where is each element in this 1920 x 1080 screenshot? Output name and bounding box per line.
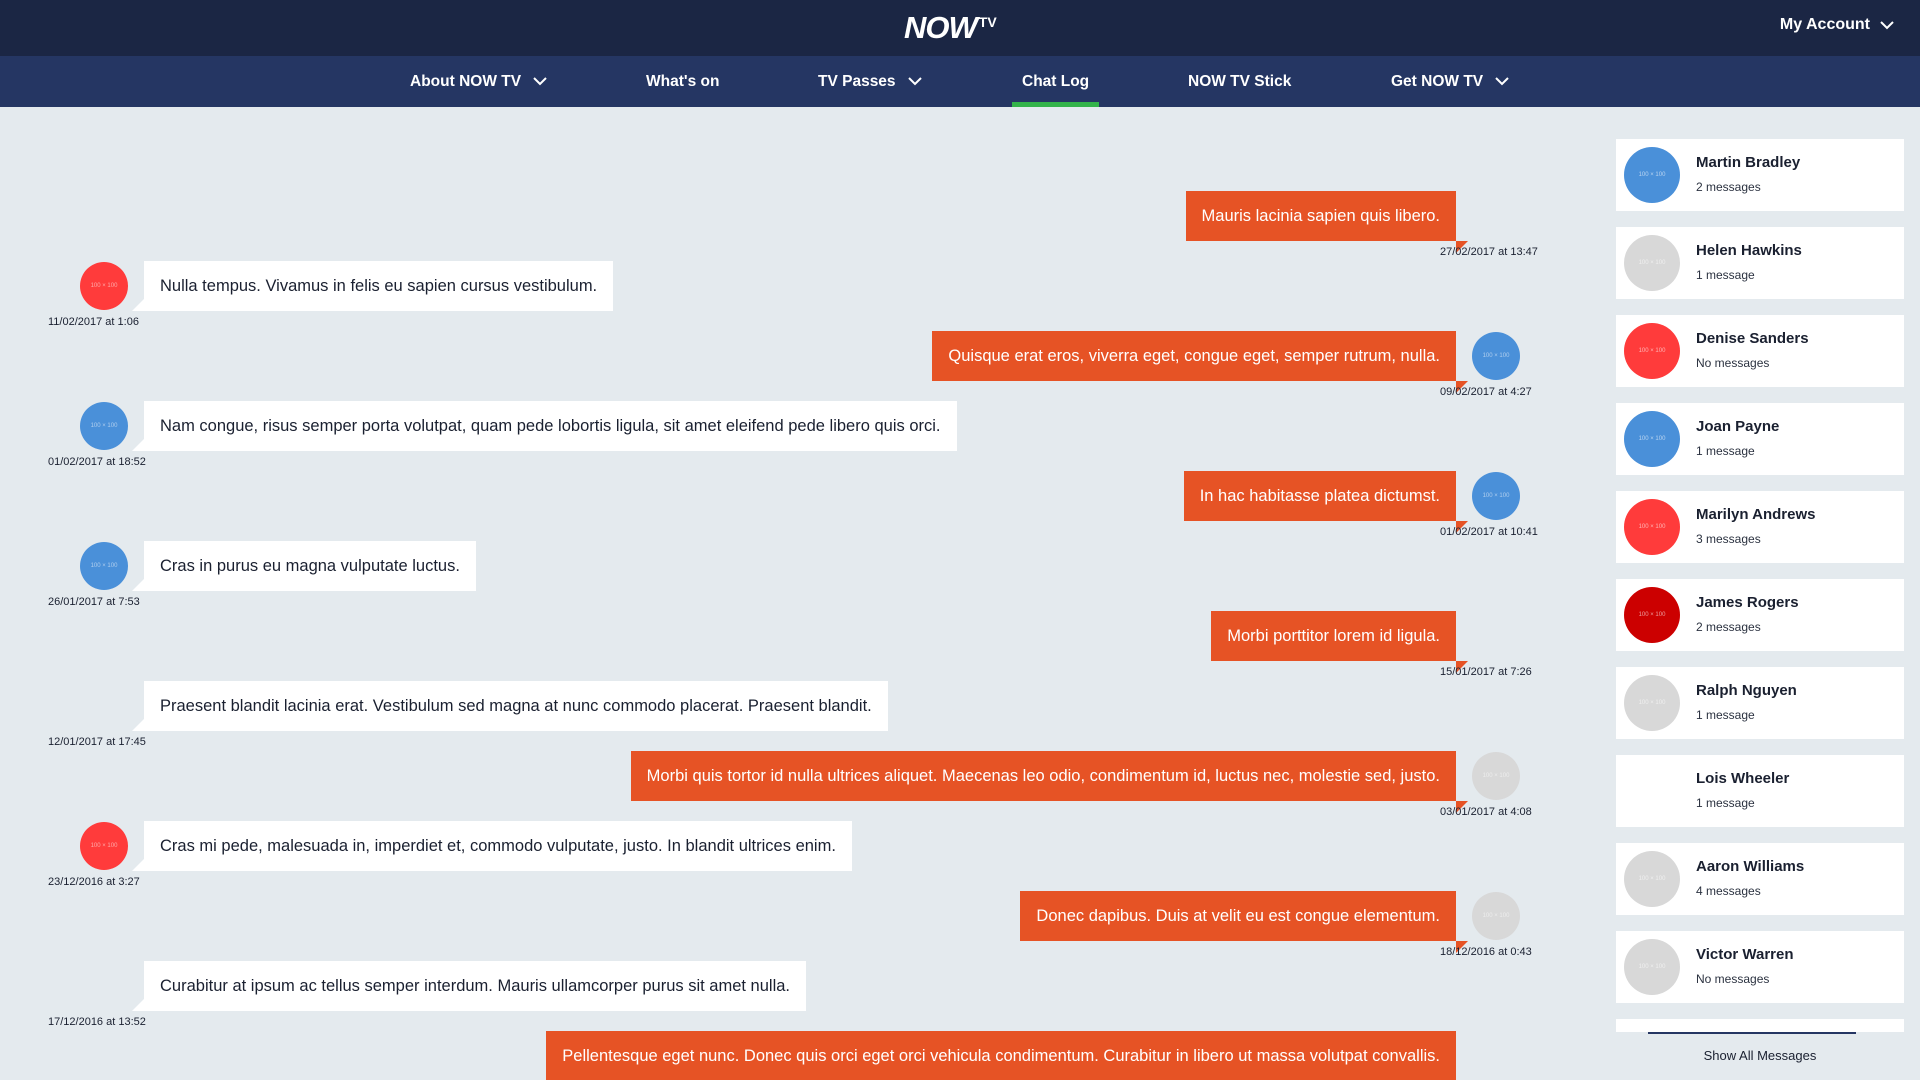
avatar: 100 × 100 (80, 822, 128, 870)
message-timestamp: 27/02/2017 at 13:47 (1440, 246, 1538, 258)
incoming-message: Nulla tempus. Vivamus in felis eu sapien… (131, 261, 614, 311)
contact-item[interactable]: 100 × 100 Denise Sanders No messages (1616, 315, 1904, 387)
message-count: 2 messages (1696, 180, 1761, 194)
contact-name: Aaron Williams (1696, 858, 1805, 875)
avatar: 100 × 100 (1624, 851, 1680, 907)
incoming-message: Praesent blandit lacinia erat. Vestibulu… (132, 681, 888, 731)
nav-label: Get NOW TV (1391, 72, 1484, 90)
show-all-messages-button[interactable]: Show All Messages (1600, 1032, 1920, 1080)
top-header: NOW TV My Account (0, 0, 1920, 56)
nav-now-tv-stick[interactable]: NOW TV Stick (1188, 56, 1291, 107)
incoming-message: Curabitur at ipsum ac tellus semper inte… (132, 961, 806, 1011)
message-timestamp: 03/01/2017 at 4:08 (1440, 806, 1532, 818)
message-timestamp: 23/12/2016 at 3:27 (48, 876, 140, 888)
my-account-label: My Account (1779, 16, 1870, 33)
contact-item[interactable]: 100 × 100 Marilyn Andrews 3 messages (1616, 491, 1904, 563)
avatar: 100 × 100 (1624, 323, 1680, 379)
outgoing-message: Morbi quis tortor id nulla ultrices aliq… (630, 751, 1469, 813)
avatar: 100 × 100 (1624, 587, 1680, 643)
avatar: 100 × 100 (80, 402, 128, 450)
contact-item[interactable]: 100 × 100 Ralph Nguyen 1 message (1616, 667, 1904, 739)
outgoing-message: In hac habitasse platea dictumst. (1183, 471, 1469, 533)
message-timestamp: 01/02/2017 at 18:52 (48, 456, 146, 468)
message-count: 3 messages (1696, 532, 1761, 546)
contact-item[interactable]: Lois Wheeler 1 message (1616, 755, 1904, 827)
message-count: No messages (1696, 356, 1770, 370)
message-count: 1 message (1696, 444, 1755, 458)
nav-label: What's on (646, 72, 720, 90)
contact-name: Denise Sanders (1696, 330, 1809, 347)
message-timestamp: 11/02/2017 at 1:06 (48, 316, 139, 328)
contact-item[interactable]: 100 × 100 Helen Hawkins 1 message (1616, 227, 1904, 299)
message-timestamp: 15/01/2017 at 7:26 (1440, 666, 1532, 678)
nav-label: TV Passes (818, 72, 896, 90)
message-timestamp: 26/01/2017 at 7:53 (48, 596, 140, 608)
message-timestamp: 18/12/2016 at 0:43 (1440, 946, 1532, 958)
contact-name: James Rogers (1696, 594, 1799, 611)
message-count: 1 message (1696, 796, 1755, 810)
incoming-message: Cras mi pede, malesuada in, imperdiet et… (132, 821, 852, 871)
outgoing-message: Pellentesque eget nunc. Donec quis orci … (546, 1031, 1456, 1080)
contact-item[interactable]: 100 × 100 Martin Bradley 2 messages (1616, 139, 1904, 211)
contact-name: Helen Hawkins (1696, 242, 1802, 259)
message-timestamp: 17/12/2016 at 13:52 (48, 1016, 146, 1028)
contact-name: Ralph Nguyen (1696, 682, 1797, 699)
incoming-message: Nam congue, risus semper porta volutpat,… (132, 401, 957, 451)
avatar: 100 × 100 (1624, 147, 1680, 203)
contact-item[interactable]: 100 × 100 Victor Warren No messages (1616, 931, 1904, 1003)
avatar: 100 × 100 (1624, 675, 1680, 731)
message-count: 1 message (1696, 268, 1755, 282)
avatar: 100 × 100 (1624, 235, 1680, 291)
nav-label: About NOW TV (410, 72, 522, 90)
logo-suffix: TV (978, 14, 997, 30)
contacts-sidebar: 100 × 100 Martin Bradley 2 messages 100 … (1600, 107, 1920, 1080)
now-tv-logo[interactable]: NOW TV (904, 10, 997, 46)
message-timestamp: 09/02/2017 at 4:27 (1440, 386, 1532, 398)
contact-name: Joan Payne (1696, 418, 1780, 435)
contact-name: Lois Wheeler (1696, 770, 1790, 787)
contact-item[interactable]: 100 × 100 Aaron Williams 4 messages (1616, 843, 1904, 915)
chat-log[interactable]: Mauris lacinia sapien quis libero. 27/02… (0, 107, 1600, 1080)
message-count: No messages (1696, 972, 1770, 986)
contact-name: Victor Warren (1696, 946, 1794, 963)
avatar: 100 × 100 (1472, 892, 1520, 940)
message-timestamp: 01/02/2017 at 10:41 (1440, 526, 1538, 538)
message-count: 1 message (1696, 708, 1755, 722)
logo-text: NOW (904, 10, 978, 45)
outgoing-message: Quisque erat eros, viverra eget, congue … (932, 331, 1468, 393)
avatar: 100 × 100 (1624, 411, 1680, 467)
outgoing-message: Morbi porttitor lorem id ligula. (1211, 611, 1468, 673)
contact-item[interactable]: 100 × 100 Joan Payne 1 message (1616, 403, 1904, 475)
nav-label: Chat Log (1022, 72, 1090, 90)
nav-tv-passes[interactable]: TV Passes (818, 56, 922, 107)
outgoing-message: Mauris lacinia sapien quis libero. (1185, 191, 1469, 253)
nav-whats-on[interactable]: What's on (646, 56, 719, 107)
avatar: 100 × 100 (1624, 939, 1680, 995)
avatar: 100 × 100 (1624, 499, 1680, 555)
chevron-down-icon (907, 77, 922, 86)
my-account-button[interactable]: My Account (1780, 16, 1894, 34)
avatar: 100 × 100 (1472, 332, 1520, 380)
contact-item[interactable]: 100 × 100 James Rogers 2 messages (1616, 579, 1904, 651)
contact-name: Marilyn Andrews (1696, 506, 1816, 523)
avatar: 100 × 100 (80, 542, 128, 590)
contact-name: Martin Bradley (1696, 154, 1801, 171)
main-nav: About NOW TV What's on TV Passes Chat Lo… (0, 56, 1920, 107)
message-count: 2 messages (1696, 620, 1761, 634)
chevron-down-icon (1880, 20, 1894, 30)
chevron-down-icon (1495, 77, 1509, 86)
nav-about-now-tv[interactable]: About NOW TV (410, 56, 547, 107)
nav-label: NOW TV Stick (1188, 72, 1292, 90)
nav-chat-log[interactable]: Chat Log (1011, 56, 1100, 107)
nav-get-now-tv[interactable]: Get NOW TV (1391, 56, 1509, 107)
message-count: 4 messages (1696, 884, 1761, 898)
outgoing-message: Donec dapibus. Duis at velit eu est cong… (1020, 891, 1468, 953)
incoming-message: Cras in purus eu magna vulputate luctus. (132, 541, 476, 591)
message-timestamp: 12/01/2017 at 17:45 (48, 736, 146, 748)
chevron-down-icon (533, 77, 547, 86)
avatar: 100 × 100 (1472, 752, 1520, 800)
avatar: 100 × 100 (80, 262, 128, 310)
avatar: 100 × 100 (1472, 472, 1520, 520)
